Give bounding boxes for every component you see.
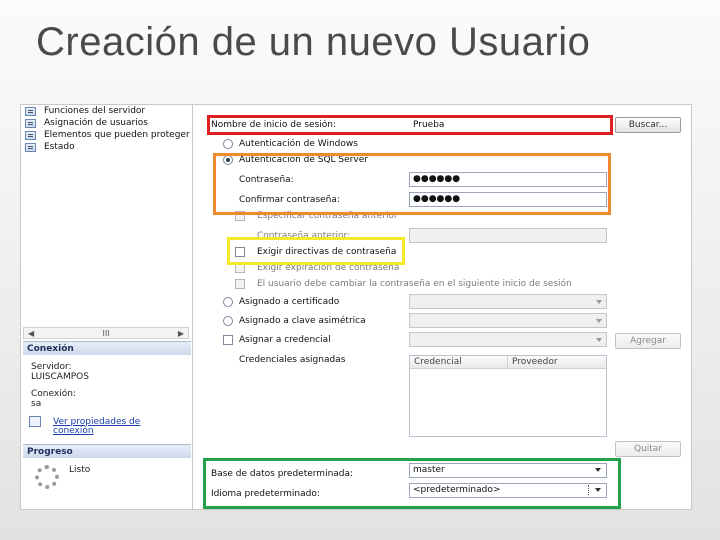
scroll-left-icon[interactable]: ◀ xyxy=(28,329,34,338)
enforce-expiration-label: Exigir expiración de contraseña xyxy=(257,263,400,273)
progress-spinner-icon xyxy=(35,465,59,489)
server-label: Servidor: xyxy=(31,362,72,372)
sql-auth-radio[interactable] xyxy=(223,155,233,165)
properties-icon xyxy=(29,416,41,427)
tree-item-label: Funciones del servidor xyxy=(44,106,146,116)
tree-item-label: Estado xyxy=(44,142,75,152)
enforce-policy-checkbox[interactable] xyxy=(235,247,245,257)
windows-auth-label: Autenticación de Windows xyxy=(239,139,358,149)
scroll-right-icon[interactable]: ▶ xyxy=(178,329,184,338)
horizontal-scrollbar[interactable]: ◀ III ▶ xyxy=(23,327,189,339)
remove-credential-button[interactable]: Quitar xyxy=(615,441,681,457)
tree-item-label: Asignación de usuarios xyxy=(44,118,148,128)
tree-item-label: Elementos que pueden proteger xyxy=(44,130,190,140)
default-database-label: Base de datos predeterminada: xyxy=(211,469,354,479)
mapped-certificate-radio[interactable] xyxy=(223,297,233,307)
login-name-input[interactable]: Prueba xyxy=(409,118,609,133)
grid-header: Credencial Proveedor xyxy=(410,356,606,369)
certificate-select[interactable] xyxy=(409,294,607,309)
mapped-credentials-grid[interactable]: Credencial Proveedor xyxy=(409,355,607,437)
tree-item-server-roles[interactable]: Funciones del servidor xyxy=(25,105,191,117)
login-name-label: Nombre de inicio de sesión: xyxy=(211,120,337,130)
chevron-down-icon[interactable] xyxy=(595,488,601,492)
view-properties-link[interactable]: Ver propiedades de xyxy=(53,417,140,427)
grid-column-credential[interactable]: Credencial xyxy=(410,356,508,368)
view-properties-link-cont[interactable]: conexión xyxy=(53,426,94,436)
must-change-checkbox[interactable] xyxy=(235,279,245,289)
grid-column-provider[interactable]: Proveedor xyxy=(508,356,606,368)
enforce-expiration-checkbox[interactable] xyxy=(235,263,245,273)
default-database-select[interactable]: master xyxy=(409,463,607,478)
asym-key-select[interactable] xyxy=(409,313,607,328)
tree-item-user-mapping[interactable]: Asignación de usuarios xyxy=(25,117,191,129)
mapped-credentials-label: Credenciales asignadas xyxy=(239,355,346,365)
add-credential-button[interactable]: Agregar xyxy=(615,333,681,349)
map-credential-label: Asignar a credencial xyxy=(239,335,331,345)
old-password-field[interactable] xyxy=(409,228,607,243)
specify-old-password-label: Especificar contraseña anterior xyxy=(257,211,398,221)
chevron-down-icon xyxy=(596,319,602,323)
enforce-policy-label: Exigir directivas de contraseña xyxy=(257,247,397,257)
confirm-password-field[interactable]: ●●●●●● xyxy=(409,192,607,207)
credential-select[interactable] xyxy=(409,332,607,347)
confirm-password-label: Confirmar contraseña: xyxy=(239,195,340,205)
windows-auth-radio[interactable] xyxy=(223,139,233,149)
chevron-down-icon[interactable] xyxy=(595,468,601,472)
tree-item-status[interactable]: Estado xyxy=(25,141,191,153)
map-credential-checkbox[interactable] xyxy=(223,335,233,345)
page-icon xyxy=(25,142,36,152)
left-pane: Funciones del servidor Asignación de usu… xyxy=(21,105,193,509)
chevron-down-icon xyxy=(596,338,602,342)
password-field[interactable]: ●●●●●● xyxy=(409,172,607,187)
server-value: LUISCAMPOS xyxy=(31,372,89,382)
connection-label: Conexión: xyxy=(31,389,76,399)
scroll-thumb-grip[interactable]: III xyxy=(102,329,109,338)
mapped-asym-key-label: Asignado a clave asimétrica xyxy=(239,316,366,326)
must-change-label: El usuario debe cambiar la contraseña en… xyxy=(257,279,572,289)
default-language-label: Idioma predeterminado: xyxy=(211,489,320,499)
password-label: Contraseña: xyxy=(239,175,294,185)
page-icon xyxy=(25,130,36,140)
chevron-down-icon xyxy=(596,300,602,304)
login-properties-screenshot: Funciones del servidor Asignación de usu… xyxy=(20,104,692,510)
progress-status: Listo xyxy=(69,465,91,475)
connection-header: Conexión xyxy=(23,341,191,355)
default-language-select[interactable]: <predeterminado> xyxy=(409,483,607,498)
mapped-certificate-label: Asignado a certificado xyxy=(239,297,340,307)
mapped-asym-key-radio[interactable] xyxy=(223,316,233,326)
search-button[interactable]: Buscar... xyxy=(615,117,681,133)
progress-header: Progreso xyxy=(23,444,191,458)
old-password-label: Contraseña anterior: xyxy=(257,231,351,241)
page-tree: Funciones del servidor Asignación de usu… xyxy=(25,105,191,153)
tree-item-securables[interactable]: Elementos que pueden proteger xyxy=(25,129,191,141)
combo-separator xyxy=(588,485,589,495)
slide-title: Creación de un nuevo Usuario xyxy=(36,20,591,64)
page-icon xyxy=(25,118,36,128)
specify-old-password-checkbox[interactable] xyxy=(235,211,245,221)
page-icon xyxy=(25,106,36,116)
connection-value: sa xyxy=(31,399,42,409)
sql-auth-label: Autenticación de SQL Server xyxy=(239,155,368,165)
